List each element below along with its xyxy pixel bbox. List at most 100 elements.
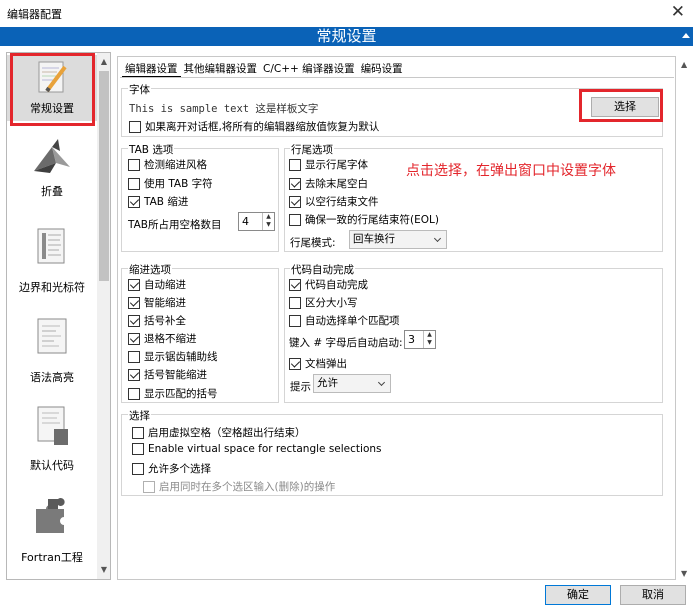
backspace-unindent-checkbox[interactable]: 退格不缩进: [128, 331, 197, 346]
checkbox-box: [128, 158, 140, 171]
reset-zoom-checkbox[interactable]: 如果离开对话框,将所有的编辑器缩放值恢复为默认: [129, 119, 379, 134]
hint-label: 提示: [290, 381, 311, 393]
page-title: 常规设置: [0, 27, 693, 46]
use-tab-char-checkbox[interactable]: 使用 TAB 字符: [128, 176, 213, 191]
sidebar-item-default-code[interactable]: 默认代码: [7, 403, 97, 475]
tab-indent-checkbox[interactable]: TAB 缩进: [128, 194, 188, 209]
checkbox-box: [289, 314, 301, 327]
checkbox-label: 代码自动完成: [305, 279, 368, 291]
checkbox-box: [129, 120, 141, 133]
smart-indent-checkbox[interactable]: 智能缩进: [128, 295, 186, 310]
highlight-choose-button: [579, 89, 663, 122]
sidebar-item-label: Fortran工程: [21, 551, 83, 564]
end-newline-checkbox[interactable]: 以空行结束文件: [289, 194, 379, 209]
highlight-brace-checkbox[interactable]: 显示匹配的括号: [128, 386, 218, 401]
font-group-title: 字体: [128, 82, 151, 97]
select-value: 允许: [317, 377, 338, 389]
tab-bar: 编辑器设置 其他编辑器设置 C/C++ 编译器设置 编码设置: [122, 61, 406, 77]
increment-icon[interactable]: ▲: [424, 331, 435, 339]
increment-icon[interactable]: ▲: [263, 213, 274, 221]
tab-compiler-settings[interactable]: C/C++ 编译器设置: [260, 61, 358, 77]
checkbox-label: 启用同时在多个选区输入(删除)的操作: [159, 481, 336, 493]
checkbox-box: [128, 314, 140, 327]
scroll-up-icon[interactable]: ▲: [97, 55, 110, 69]
scroll-down-icon[interactable]: ▼: [97, 563, 110, 577]
selection-title: 选择: [128, 408, 151, 423]
tab-other-editor-settings[interactable]: 其他编辑器设置: [181, 61, 261, 77]
virtual-space-checkbox[interactable]: 启用虚拟空格（空格超出行结束）: [132, 425, 306, 440]
checkbox-box: [289, 357, 301, 370]
auto-select-single-checkbox[interactable]: 自动选择单个匹配项: [289, 313, 400, 328]
code-complete-checkbox[interactable]: 代码自动完成: [289, 277, 368, 292]
eol-options-title: 行尾选项: [290, 142, 334, 157]
ok-button[interactable]: 确定: [545, 585, 611, 605]
checkbox-label: TAB 缩进: [144, 196, 189, 208]
stepper-buttons: ▲ ▼: [423, 331, 435, 348]
consistent-eol-checkbox[interactable]: 确保一致的行尾结束符(EOL): [289, 212, 439, 227]
rect-virtual-space-checkbox[interactable]: Enable virtual space for rectangle selec…: [132, 443, 382, 455]
decrement-icon[interactable]: ▼: [424, 339, 435, 347]
brace-smart-indent-checkbox[interactable]: 括号智能缩进: [128, 367, 207, 382]
sidebar-item-margins[interactable]: 边界和光标符: [7, 225, 97, 297]
brace-complete-checkbox[interactable]: 括号补全: [128, 313, 186, 328]
document-margin-icon: [37, 228, 65, 264]
checkbox-box: [289, 213, 301, 226]
show-eol-checkbox[interactable]: 显示行尾字体: [289, 157, 368, 172]
select-value: 回车换行: [353, 233, 395, 245]
chevron-down-icon: [377, 378, 386, 387]
checkbox-label: 使用 TAB 字符: [144, 178, 213, 190]
eol-mode-label: 行尾模式:: [290, 237, 336, 249]
case-sensitive-checkbox[interactable]: 区分大小写: [289, 295, 358, 310]
sidebar-item-folding[interactable]: 折叠: [7, 137, 97, 207]
tab-editor-settings[interactable]: 编辑器设置: [122, 61, 181, 77]
checkbox-label: 检测缩进风格: [144, 159, 207, 171]
close-icon[interactable]: ✕: [671, 2, 685, 22]
sidebar-item-label: 语法高亮: [30, 371, 74, 384]
checkbox-box: [128, 195, 140, 208]
strip-trailing-checkbox[interactable]: 去除末尾空白: [289, 176, 368, 191]
scroll-up-icon[interactable]: ▲: [681, 60, 687, 69]
tab-size-stepper[interactable]: 4 ▲ ▼: [238, 212, 275, 231]
stepper-value: 4: [242, 215, 249, 228]
auto-indent-checkbox[interactable]: 自动缩进: [128, 277, 186, 292]
checkbox-box: [289, 177, 301, 190]
checkbox-label: 显示锯齿辅助线: [144, 351, 218, 363]
origami-icon: [34, 139, 70, 173]
chevron-down-icon: [433, 234, 442, 243]
checkbox-label: 退格不缩进: [144, 333, 197, 345]
checkbox-label: 确保一致的行尾结束符(EOL): [305, 214, 439, 226]
tab-options-title: TAB 选项: [128, 142, 175, 157]
checkbox-box: [289, 296, 301, 309]
checkbox-label: 自动缩进: [144, 279, 186, 291]
checkbox-box: [132, 443, 144, 455]
checkbox-box: [132, 462, 144, 475]
collapse-arrow-icon[interactable]: [682, 33, 690, 38]
trigger-chars-stepper[interactable]: 3 ▲ ▼: [404, 330, 436, 349]
checkbox-box: [132, 426, 144, 439]
sidebar-item-label: 折叠: [41, 185, 63, 198]
checkbox-label: 智能缩进: [144, 297, 186, 309]
sidebar-scrollbar[interactable]: ▲ ▼: [97, 53, 110, 579]
scroll-thumb[interactable]: [99, 71, 109, 281]
checkbox-box: [289, 158, 301, 171]
sidebar-item-syntax[interactable]: 语法高亮: [7, 315, 97, 387]
tab-encoding-settings[interactable]: 编码设置: [358, 61, 406, 77]
hint-select[interactable]: 允许: [313, 374, 391, 393]
detect-indent-checkbox[interactable]: 检测缩进风格: [128, 157, 207, 172]
checkbox-label: 启用虚拟空格（空格超出行结束）: [148, 427, 306, 439]
multiple-selection-checkbox[interactable]: 允许多个选择: [132, 461, 211, 476]
doc-popup-checkbox[interactable]: 文档弹出: [289, 356, 347, 371]
window-title: 编辑器配置: [7, 8, 62, 21]
checkbox-box: [128, 387, 140, 400]
cancel-button[interactable]: 取消: [620, 585, 686, 605]
sidebar-item-fortran[interactable]: Fortran工程: [7, 495, 97, 567]
indent-guides-checkbox[interactable]: 显示锯齿辅助线: [128, 349, 218, 364]
checkbox-label: 如果离开对话框,将所有的编辑器缩放值恢复为默认: [145, 121, 380, 133]
checkbox-label: 显示行尾字体: [305, 159, 368, 171]
scroll-down-icon[interactable]: ▼: [681, 569, 687, 578]
checkbox-box: [143, 480, 155, 493]
decrement-icon[interactable]: ▼: [263, 221, 274, 229]
tab-size-label: TAB所占用空格数目: [128, 219, 222, 231]
eol-mode-select[interactable]: 回车换行: [349, 230, 447, 249]
multi-select-typing-checkbox: 启用同时在多个选区输入(删除)的操作: [143, 479, 335, 494]
